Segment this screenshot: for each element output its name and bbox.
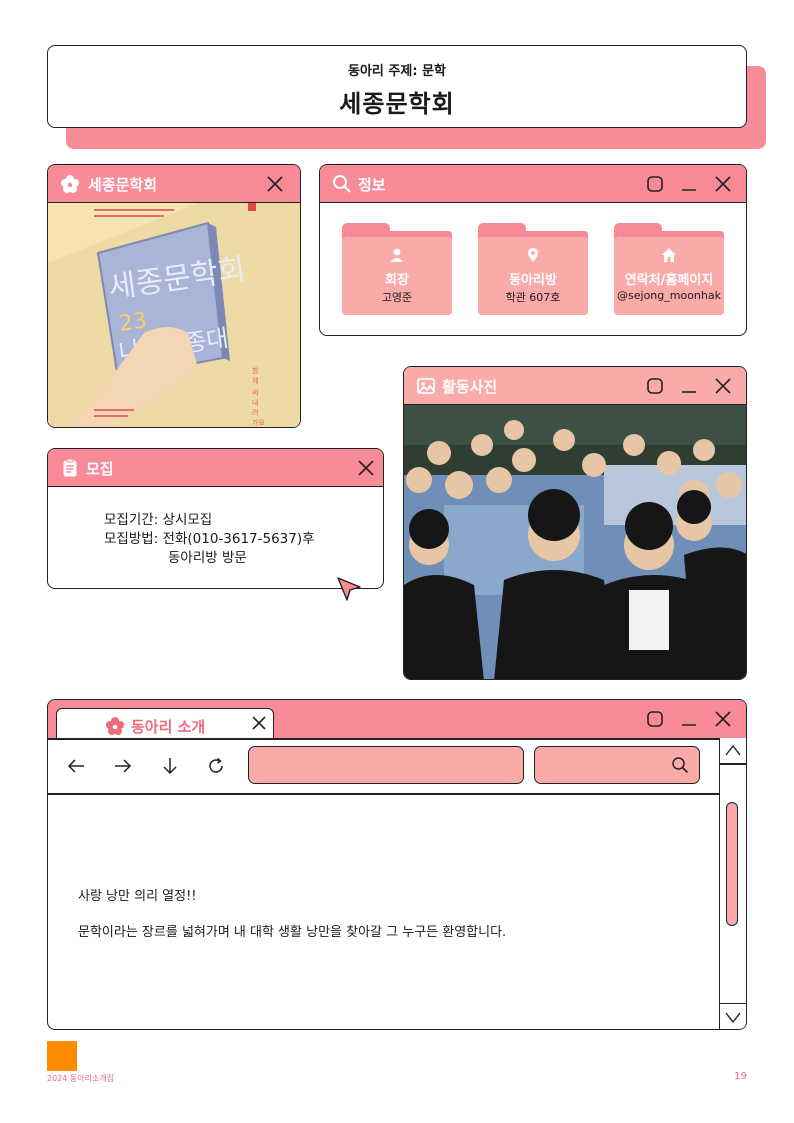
close-icon[interactable]: [266, 175, 284, 193]
flower-icon: [106, 717, 124, 735]
location-pin-icon: [528, 248, 538, 262]
scrollbar[interactable]: [719, 738, 746, 1029]
close-icon[interactable]: [357, 459, 375, 477]
browser-tab[interactable]: 동아리 소개: [56, 708, 274, 738]
maximize-icon[interactable]: [646, 710, 664, 728]
group-selfie-photo: [404, 405, 746, 679]
recruit-period-row: 모집기간: 상시모집: [104, 508, 212, 528]
photo-window-title: 활동사진: [442, 378, 498, 396]
folder-value: 학관 607호: [505, 291, 561, 304]
svg-text:내: 내: [252, 398, 258, 407]
folder-value: 고영준: [381, 291, 413, 304]
info-window: 정보 회장 고영준 동아리방 학관 607호 연락처/홈페이지 @sejong_…: [319, 164, 747, 336]
person-icon: [390, 248, 404, 262]
folder-title: 동아리방: [509, 273, 557, 288]
search-icon[interactable]: [671, 756, 689, 774]
browser-tab-label: 동아리 소개: [131, 718, 206, 736]
address-bar[interactable]: [248, 746, 524, 784]
svg-text:려: 려: [252, 408, 258, 417]
page-number: 19: [734, 1071, 747, 1082]
folder-president[interactable]: 회장 고영준: [342, 223, 452, 315]
maximize-icon[interactable]: [646, 175, 664, 193]
recruit-period-label: 모집기간:: [104, 512, 159, 528]
home-icon: [662, 248, 676, 262]
svg-text:써: 써: [252, 388, 258, 397]
cursor-pointer-icon: [337, 577, 361, 601]
clipboard-icon: [63, 458, 77, 477]
refresh-icon[interactable]: [206, 756, 226, 776]
folder-value: @sejong_moonhak: [617, 289, 721, 302]
info-titlebar: 정보: [320, 165, 746, 203]
poster-titlebar: 세종문학회: [48, 165, 300, 203]
minimize-icon[interactable]: [680, 175, 698, 193]
photo-titlebar: 활동사진: [404, 367, 746, 405]
back-arrow-icon[interactable]: [66, 756, 86, 776]
folder-title: 연락처/홈페이지: [624, 273, 714, 288]
scroll-thumb[interactable]: [726, 802, 738, 926]
download-arrow-icon[interactable]: [160, 756, 180, 776]
svg-text:가요: 가요: [252, 418, 265, 427]
close-icon[interactable]: [714, 377, 732, 395]
intro-line-2: 문학이라는 장르를 넓혀가며 내 대학 생활 낭만을 찾아갈 그 누구든 환영합…: [78, 925, 507, 940]
close-icon[interactable]: [714, 175, 732, 193]
recruit-window-title: 모집: [86, 460, 114, 478]
info-window-title: 정보: [358, 176, 386, 194]
recruit-window: 모집 모집기간: 상시모집 모집방법: 전화(010-3617-5637)후 동…: [47, 448, 384, 589]
image-icon: [417, 378, 435, 394]
club-title: 세종문학회: [339, 90, 455, 118]
maximize-icon[interactable]: [646, 377, 664, 395]
photo-window: 활동사진: [403, 366, 747, 680]
tab-close-icon[interactable]: [251, 715, 267, 731]
search-icon: [333, 175, 351, 193]
footer-book-title: 2024 동아리소개집: [47, 1074, 115, 1083]
recruit-method-row: 모집방법: 전화(010-3617-5637)후: [104, 527, 315, 547]
folder-clubroom[interactable]: 동아리방 학관 607호: [478, 223, 588, 315]
svg-text:23: 23: [117, 308, 148, 337]
browser-window: 동아리 소개 사랑 낭만 의리 열정!! 문학이라는 장르를 넓혀가며 내 대학…: [47, 699, 747, 1030]
recruit-method-label: 모집방법:: [104, 531, 159, 547]
poster-window-title: 세종문학회: [88, 176, 158, 194]
topic-subtitle: 동아리 주제: 문학: [348, 64, 446, 79]
folder-contact[interactable]: 연락처/홈페이지 @sejong_moonhak: [614, 223, 724, 315]
minimize-icon[interactable]: [680, 710, 698, 728]
recruit-period-value: 상시모집: [162, 512, 213, 528]
club-poster-image: 세종문학회 23 나의세종대 함께써 내려가요: [48, 203, 300, 427]
footer-orange-square: [47, 1041, 77, 1071]
forward-arrow-icon[interactable]: [113, 756, 133, 776]
close-icon[interactable]: [714, 710, 732, 728]
recruit-titlebar: 모집: [48, 449, 383, 487]
svg-text:함: 함: [252, 366, 259, 375]
search-bar[interactable]: [534, 746, 700, 784]
folder-title: 회장: [385, 273, 409, 288]
recruit-method-value: 전화(010-3617-5637)후: [162, 531, 315, 547]
flower-icon: [61, 175, 79, 193]
svg-text:께: 께: [252, 377, 258, 385]
scroll-up-icon[interactable]: [724, 742, 742, 760]
scroll-down-icon[interactable]: [724, 1008, 742, 1026]
poster-window: 세종문학회 세종문학회 23 나의세종대 함께써 내려가요: [47, 164, 301, 428]
intro-line-1: 사랑 낭만 의리 열정!!: [78, 889, 197, 904]
header-card: 동아리 주제: 문학 세종문학회: [47, 45, 747, 128]
recruit-method-value-cont: 동아리방 방문: [168, 550, 247, 566]
minimize-icon[interactable]: [680, 377, 698, 395]
